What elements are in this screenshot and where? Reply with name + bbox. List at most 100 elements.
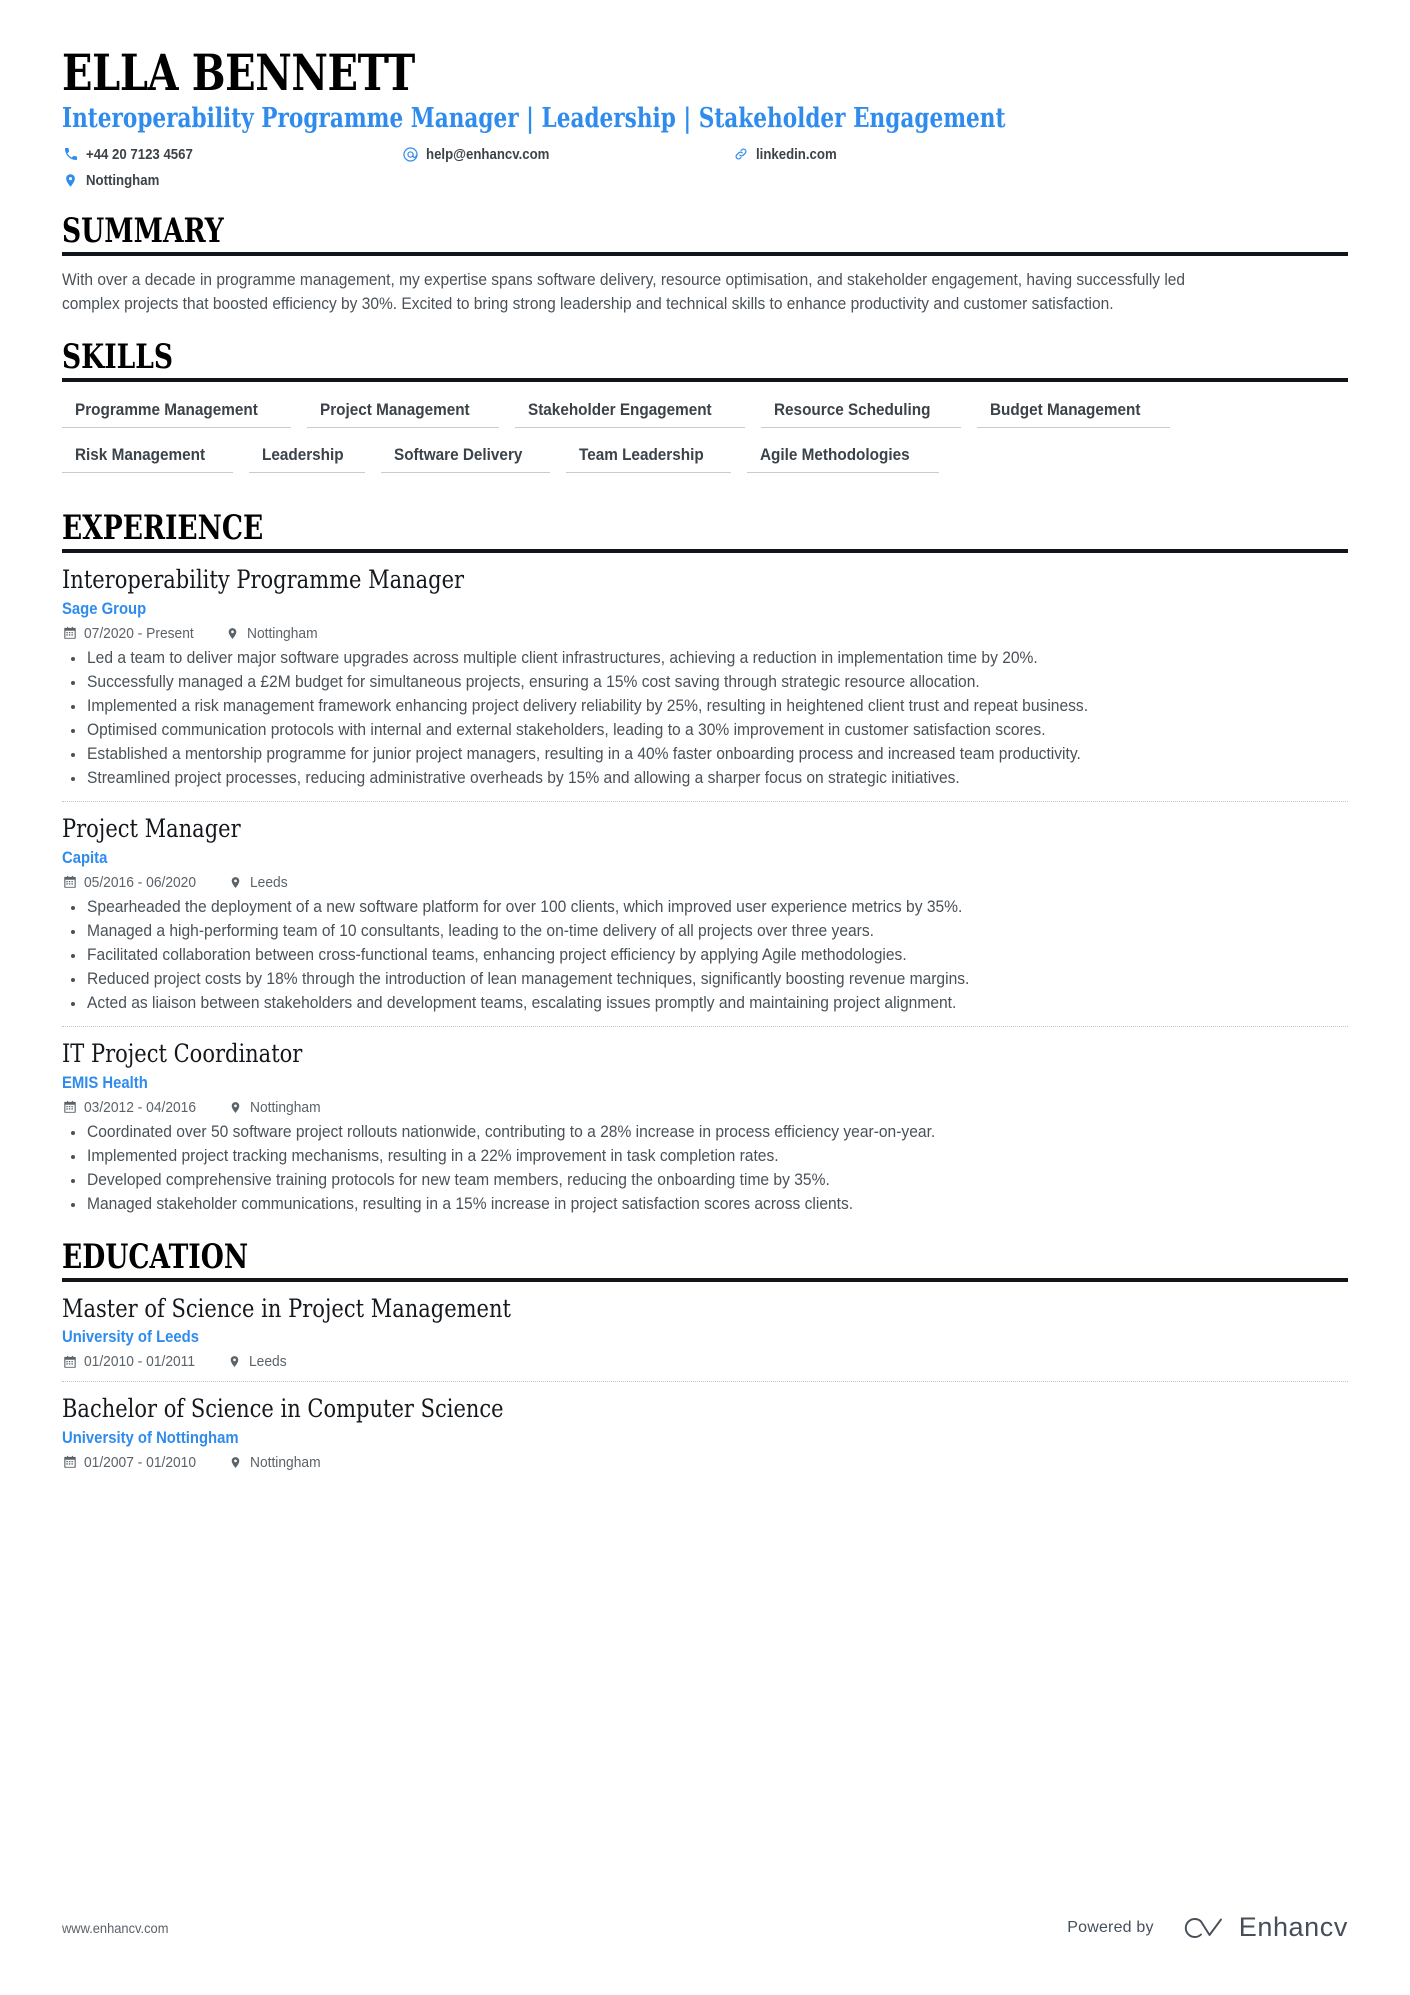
skill-tag: Software Delivery	[381, 442, 550, 474]
entry-organisation-text: Capita	[62, 848, 108, 867]
footer-url[interactable]: www.enhancv.com	[62, 1920, 178, 1936]
experience-entries: Interoperability Programme Manager Sage G…	[62, 553, 1348, 1216]
contact-row-2: Nottingham	[62, 170, 1348, 190]
skill-tag: Leadership	[248, 442, 366, 474]
skill-tag-label: Leadership	[261, 445, 344, 465]
bullet-text: Implemented project tracking mechanisms,…	[87, 1146, 779, 1165]
entry-location: Leeds	[227, 1353, 290, 1370]
skill-tag: Agile Methodologies	[746, 442, 939, 474]
entry-location-text: Nottingham	[249, 1098, 321, 1116]
entry-organisation: Capita	[62, 849, 1348, 868]
calendar-icon	[62, 1100, 77, 1115]
entry-meta: 05/2016 - 06/2020 Leeds	[62, 874, 1348, 891]
entry-organisation-text: EMIS Health	[62, 1073, 148, 1092]
bullet-item: Reduced project costs by 18% through the…	[71, 968, 1348, 991]
summary-rule	[62, 252, 1348, 257]
summary-section: SUMMARY With over a decade in programme …	[62, 214, 1348, 316]
entry-dates-text: 03/2012 - 04/2016	[84, 1098, 197, 1116]
candidate-name: ELLA BENNETT	[62, 43, 415, 102]
bullet-text: Spearheaded the deployment of a new soft…	[87, 897, 963, 916]
location-icon	[228, 875, 243, 890]
entry-organisation: University of Leeds	[62, 1328, 1348, 1347]
location-icon	[225, 626, 240, 641]
entry-meta: 01/2010 - 01/2011 Leeds	[62, 1353, 1348, 1370]
bullet-text: Managed stakeholder communications, resu…	[87, 1194, 854, 1213]
skill-tag-label: Software Delivery	[394, 445, 523, 465]
skill-tag-label: Team Leadership	[578, 445, 704, 465]
entry-dates: 07/2020 - Present	[62, 625, 203, 642]
skill-tag-label: Project Management	[320, 400, 470, 420]
powered-by-label: Powered by	[1067, 1918, 1154, 1936]
experience-section: EXPERIENCE Interoperability Programme Ma…	[62, 511, 1348, 1216]
contact-linkedin[interactable]: linkedin.com	[732, 146, 848, 163]
resume-page: ELLA BENNETT Interoperability Programme …	[0, 0, 1410, 1995]
calendar-icon	[62, 626, 77, 641]
skill-tag: Stakeholder Engagement	[515, 397, 746, 429]
entry-dates: 03/2012 - 04/2016	[62, 1099, 206, 1116]
phone-icon	[62, 146, 79, 163]
entry-meta: 01/2007 - 01/2010 Nottingham	[62, 1454, 1348, 1471]
entry-location-text: Nottingham	[247, 624, 318, 642]
entry-organisation-text: University of Leeds	[62, 1328, 199, 1347]
skills-list: Programme Management Project Management St…	[62, 397, 1242, 487]
bullet-text: Successfully managed a £2M budget for si…	[87, 672, 980, 691]
contact-row-1: +44 20 7123 4567 help@enhancv.com linked…	[62, 144, 1348, 164]
skill-tag-label: Resource Scheduling	[774, 400, 931, 420]
entry-organisation-text: University of Nottingham	[62, 1428, 239, 1447]
bullet-text: Acted as liaison between stakeholders an…	[87, 994, 957, 1013]
experience-entry: Project Manager Capita 05/2016 - 06/2020 Le…	[62, 801, 1348, 1015]
candidate-headline: Interoperability Programme Manager | Lea…	[62, 103, 1006, 134]
summary-text: With over a decade in programme manageme…	[62, 271, 1186, 313]
entry-location: Leeds	[228, 874, 291, 891]
entry-location-text: Nottingham	[249, 1453, 321, 1471]
bullet-item: Managed a high-performing team of 10 con…	[71, 920, 1348, 943]
location-icon	[228, 1100, 243, 1115]
entry-title: IT Project Coordinator	[62, 1039, 303, 1069]
bullet-item: Implemented project tracking mechanisms,…	[71, 1145, 1348, 1168]
entry-dates-text: 01/2010 - 01/2011	[84, 1353, 196, 1371]
education-entries: Master of Science in Project Management U…	[62, 1282, 1348, 1471]
entry-title: Project Manager	[62, 814, 241, 844]
entry-bullets: Coordinated over 50 software project rol…	[62, 1121, 1348, 1216]
bullet-text: Established a mentorship programme for j…	[87, 744, 1081, 763]
entry-location: Nottingham	[225, 625, 324, 642]
bullet-item: Managed stakeholder communications, resu…	[71, 1193, 1348, 1216]
skill-tag: Budget Management	[977, 397, 1171, 429]
contact-location-text: Nottingham	[86, 171, 160, 189]
experience-heading: EXPERIENCE	[62, 508, 264, 549]
bullet-item: Acted as liaison between stakeholders an…	[71, 992, 1348, 1015]
entry-dates-text: 01/2007 - 01/2010	[84, 1453, 197, 1471]
entry-dates-text: 07/2020 - Present	[84, 624, 194, 642]
enhancv-wordmark: Enhancv	[1238, 1912, 1348, 1942]
bullet-item: Implemented a risk management framework …	[71, 695, 1348, 718]
skill-tag-label: Risk Management	[75, 445, 206, 465]
bullet-item: Streamlined project processes, reducing …	[71, 767, 1348, 790]
contact-email[interactable]: help@enhancv.com	[402, 146, 732, 163]
skill-tag: Resource Scheduling	[761, 397, 962, 429]
bullet-item: Spearheaded the deployment of a new soft…	[71, 896, 1348, 919]
entry-title: Master of Science in Project Management	[62, 1293, 511, 1323]
bullet-text: Managed a high-performing team of 10 con…	[87, 921, 874, 940]
bullet-text: Reduced project costs by 18% through the…	[87, 969, 970, 988]
entry-bullets: Led a team to deliver major software upg…	[62, 647, 1348, 791]
entry-organisation: Sage Group	[62, 600, 1348, 619]
bullet-text: Implemented a risk management framework …	[87, 696, 1089, 715]
bullet-text: Optimised communication protocols with i…	[87, 720, 1046, 739]
page-footer: www.enhancv.com Powered by Enhancv	[62, 1912, 1348, 1943]
skills-heading: SKILLS	[62, 337, 174, 378]
bullet-item: Facilitated collaboration between cross-…	[71, 944, 1348, 967]
bullet-item: Optimised communication protocols with i…	[71, 719, 1348, 742]
email-icon	[402, 146, 419, 163]
contact-linkedin-text: linkedin.com	[756, 145, 837, 163]
bullet-text: Led a team to deliver major software upg…	[87, 648, 1038, 667]
contact-location: Nottingham	[62, 172, 402, 189]
calendar-icon	[62, 1455, 77, 1470]
location-icon	[228, 1455, 243, 1470]
location-icon	[227, 1354, 242, 1369]
entry-bullets: Spearheaded the deployment of a new soft…	[62, 896, 1348, 1015]
location-icon	[62, 172, 79, 189]
entry-title: Bachelor of Science in Computer Science	[62, 1394, 504, 1424]
skills-rule	[62, 378, 1348, 383]
entry-location: Nottingham	[228, 1454, 327, 1471]
entry-meta: 07/2020 - Present Nottingham	[62, 625, 1348, 642]
